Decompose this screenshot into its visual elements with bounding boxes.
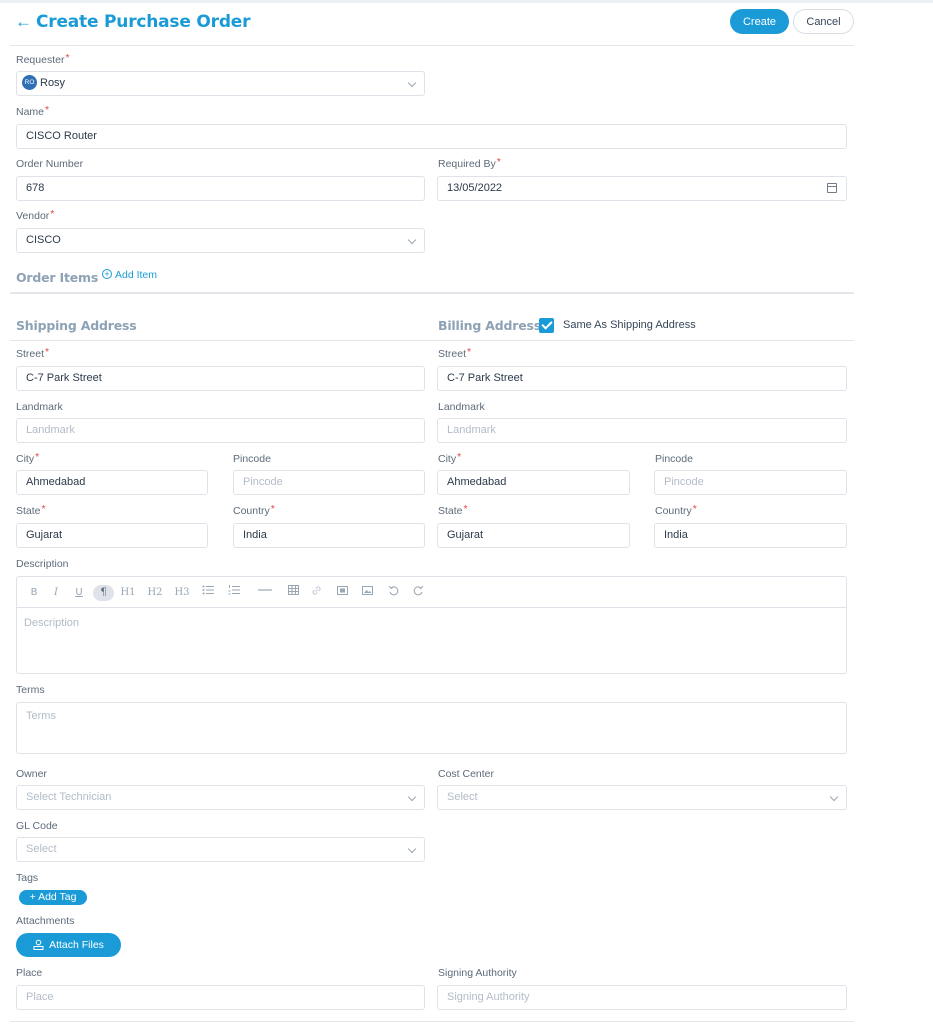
- order-number-label: Order Number: [16, 158, 84, 170]
- shipping-country-label: Country*: [233, 503, 275, 517]
- underline-button[interactable]: U: [71, 585, 87, 601]
- order-number-input[interactable]: 678: [16, 176, 425, 201]
- billing-street-input[interactable]: C-7 Park Street: [437, 366, 847, 391]
- italic-button[interactable]: I: [48, 585, 64, 601]
- shipping-country-input[interactable]: India: [233, 523, 425, 548]
- heading3-button[interactable]: H3: [173, 585, 191, 601]
- table-icon[interactable]: [286, 585, 300, 601]
- owner-label: Owner: [16, 768, 47, 780]
- owner-select[interactable]: Select Technician: [16, 785, 425, 810]
- heading2-button[interactable]: H2: [146, 585, 164, 601]
- bullet-list-icon[interactable]: [201, 585, 215, 601]
- page-header: ← Create Purchase Order Create Cancel: [10, 9, 854, 39]
- shipping-landmark-label: Landmark: [16, 401, 63, 413]
- editor-toolbar: B I U ¶ H1 H2 H3: [17, 577, 846, 608]
- chevron-down-icon: [829, 792, 839, 802]
- chevron-down-icon: [407, 792, 417, 802]
- description-placeholder: Description: [24, 617, 80, 629]
- vendor-label: Vendor*: [16, 208, 55, 222]
- billing-street-label: Street*: [438, 346, 472, 360]
- horizontal-rule-icon[interactable]: [257, 585, 273, 601]
- shipping-pincode-input[interactable]: Pincode: [233, 470, 425, 495]
- terms-placeholder: Terms: [26, 710, 56, 722]
- attachments-label: Attachments: [16, 915, 75, 927]
- shipping-pincode-label: Pincode: [233, 453, 271, 465]
- description-label: Description: [16, 558, 69, 570]
- gl-code-select[interactable]: Select: [16, 837, 425, 862]
- vendor-value: CISCO: [26, 234, 61, 246]
- page-title: Create Purchase Order: [36, 12, 251, 32]
- image-icon[interactable]: [360, 585, 374, 601]
- billing-address-title: Billing Address: [438, 318, 541, 333]
- shipping-state-label: State*: [16, 503, 46, 517]
- billing-state-input[interactable]: Gujarat: [437, 523, 630, 548]
- address-divider: [10, 340, 854, 341]
- place-input[interactable]: Place: [16, 985, 425, 1010]
- footer-divider: [10, 1021, 854, 1022]
- order-items-divider: [10, 292, 854, 294]
- signing-authority-label: Signing Authority: [438, 967, 517, 979]
- shipping-address-title: Shipping Address: [16, 318, 137, 333]
- shipping-state-input[interactable]: Gujarat: [16, 523, 208, 548]
- shipping-city-input[interactable]: Ahmedabad: [16, 470, 208, 495]
- terms-label: Terms: [16, 684, 45, 696]
- requester-select[interactable]: RO Rosy: [16, 71, 425, 96]
- place-label: Place: [16, 967, 43, 979]
- same-as-shipping-checkbox[interactable]: [539, 318, 554, 333]
- billing-country-label: Country*: [655, 503, 697, 517]
- required-by-value: 13/05/2022: [447, 182, 503, 194]
- add-item-link[interactable]: + Add Item: [102, 269, 157, 281]
- calendar-icon[interactable]: [827, 183, 837, 193]
- numbered-list-icon[interactable]: [227, 585, 241, 601]
- signing-authority-input[interactable]: Signing Authority: [437, 985, 847, 1010]
- billing-country-input[interactable]: India: [654, 523, 847, 548]
- purchase-order-form: ← Create Purchase Order Create Cancel Re…: [10, 3, 854, 1024]
- billing-city-input[interactable]: Ahmedabad: [437, 470, 630, 495]
- create-button[interactable]: Create: [730, 9, 789, 34]
- required-by-datepicker[interactable]: 13/05/2022: [437, 176, 847, 201]
- terms-textarea[interactable]: Terms: [16, 702, 847, 754]
- redo-icon[interactable]: [411, 585, 425, 601]
- shipping-city-label: City*: [16, 451, 40, 465]
- arrow-left-icon[interactable]: ←: [15, 12, 32, 32]
- shipping-landmark-input[interactable]: Landmark: [16, 418, 425, 443]
- gl-code-label: GL Code: [16, 820, 58, 832]
- description-editor[interactable]: B I U ¶ H1 H2 H3 Description: [16, 576, 847, 674]
- bold-button[interactable]: B: [26, 585, 42, 601]
- cost-center-label: Cost Center: [438, 768, 495, 780]
- shipping-street-label: Street*: [16, 346, 50, 360]
- billing-state-label: State*: [438, 503, 468, 517]
- undo-icon[interactable]: [386, 585, 400, 601]
- chevron-down-icon: [407, 78, 417, 88]
- same-as-shipping-label: Same As Shipping Address: [563, 319, 696, 331]
- plus-circle-icon: +: [102, 269, 112, 280]
- name-input[interactable]: CISCO Router: [16, 124, 847, 149]
- billing-pincode-label: Pincode: [655, 453, 693, 465]
- billing-pincode-input[interactable]: Pincode: [654, 470, 847, 495]
- add-tag-button[interactable]: + Add Tag: [19, 890, 87, 905]
- cancel-button[interactable]: Cancel: [793, 9, 854, 34]
- video-icon[interactable]: [335, 585, 349, 601]
- name-label: Name*: [16, 104, 50, 118]
- shipping-street-input[interactable]: C-7 Park Street: [16, 366, 425, 391]
- link-icon[interactable]: [309, 585, 323, 601]
- order-items-title: Order Items: [16, 270, 99, 285]
- required-by-label: Required By*: [438, 156, 501, 170]
- chevron-down-icon: [407, 844, 417, 854]
- billing-city-label: City*: [438, 451, 462, 465]
- attach-files-button[interactable]: Attach Files: [16, 933, 121, 957]
- avatar: RO: [22, 74, 37, 90]
- billing-landmark-input[interactable]: Landmark: [437, 418, 847, 443]
- chevron-down-icon: [407, 235, 417, 245]
- tags-label: Tags: [16, 872, 39, 884]
- header-divider: [10, 45, 854, 46]
- paragraph-button[interactable]: ¶: [93, 585, 114, 601]
- vendor-select[interactable]: CISCO: [16, 228, 425, 253]
- requester-label: Requester*: [16, 52, 70, 66]
- billing-landmark-label: Landmark: [438, 401, 485, 413]
- requester-value: Rosy: [40, 77, 66, 89]
- cost-center-select[interactable]: Select: [437, 785, 847, 810]
- heading1-button[interactable]: H1: [119, 585, 137, 601]
- attach-icon: [33, 939, 44, 950]
